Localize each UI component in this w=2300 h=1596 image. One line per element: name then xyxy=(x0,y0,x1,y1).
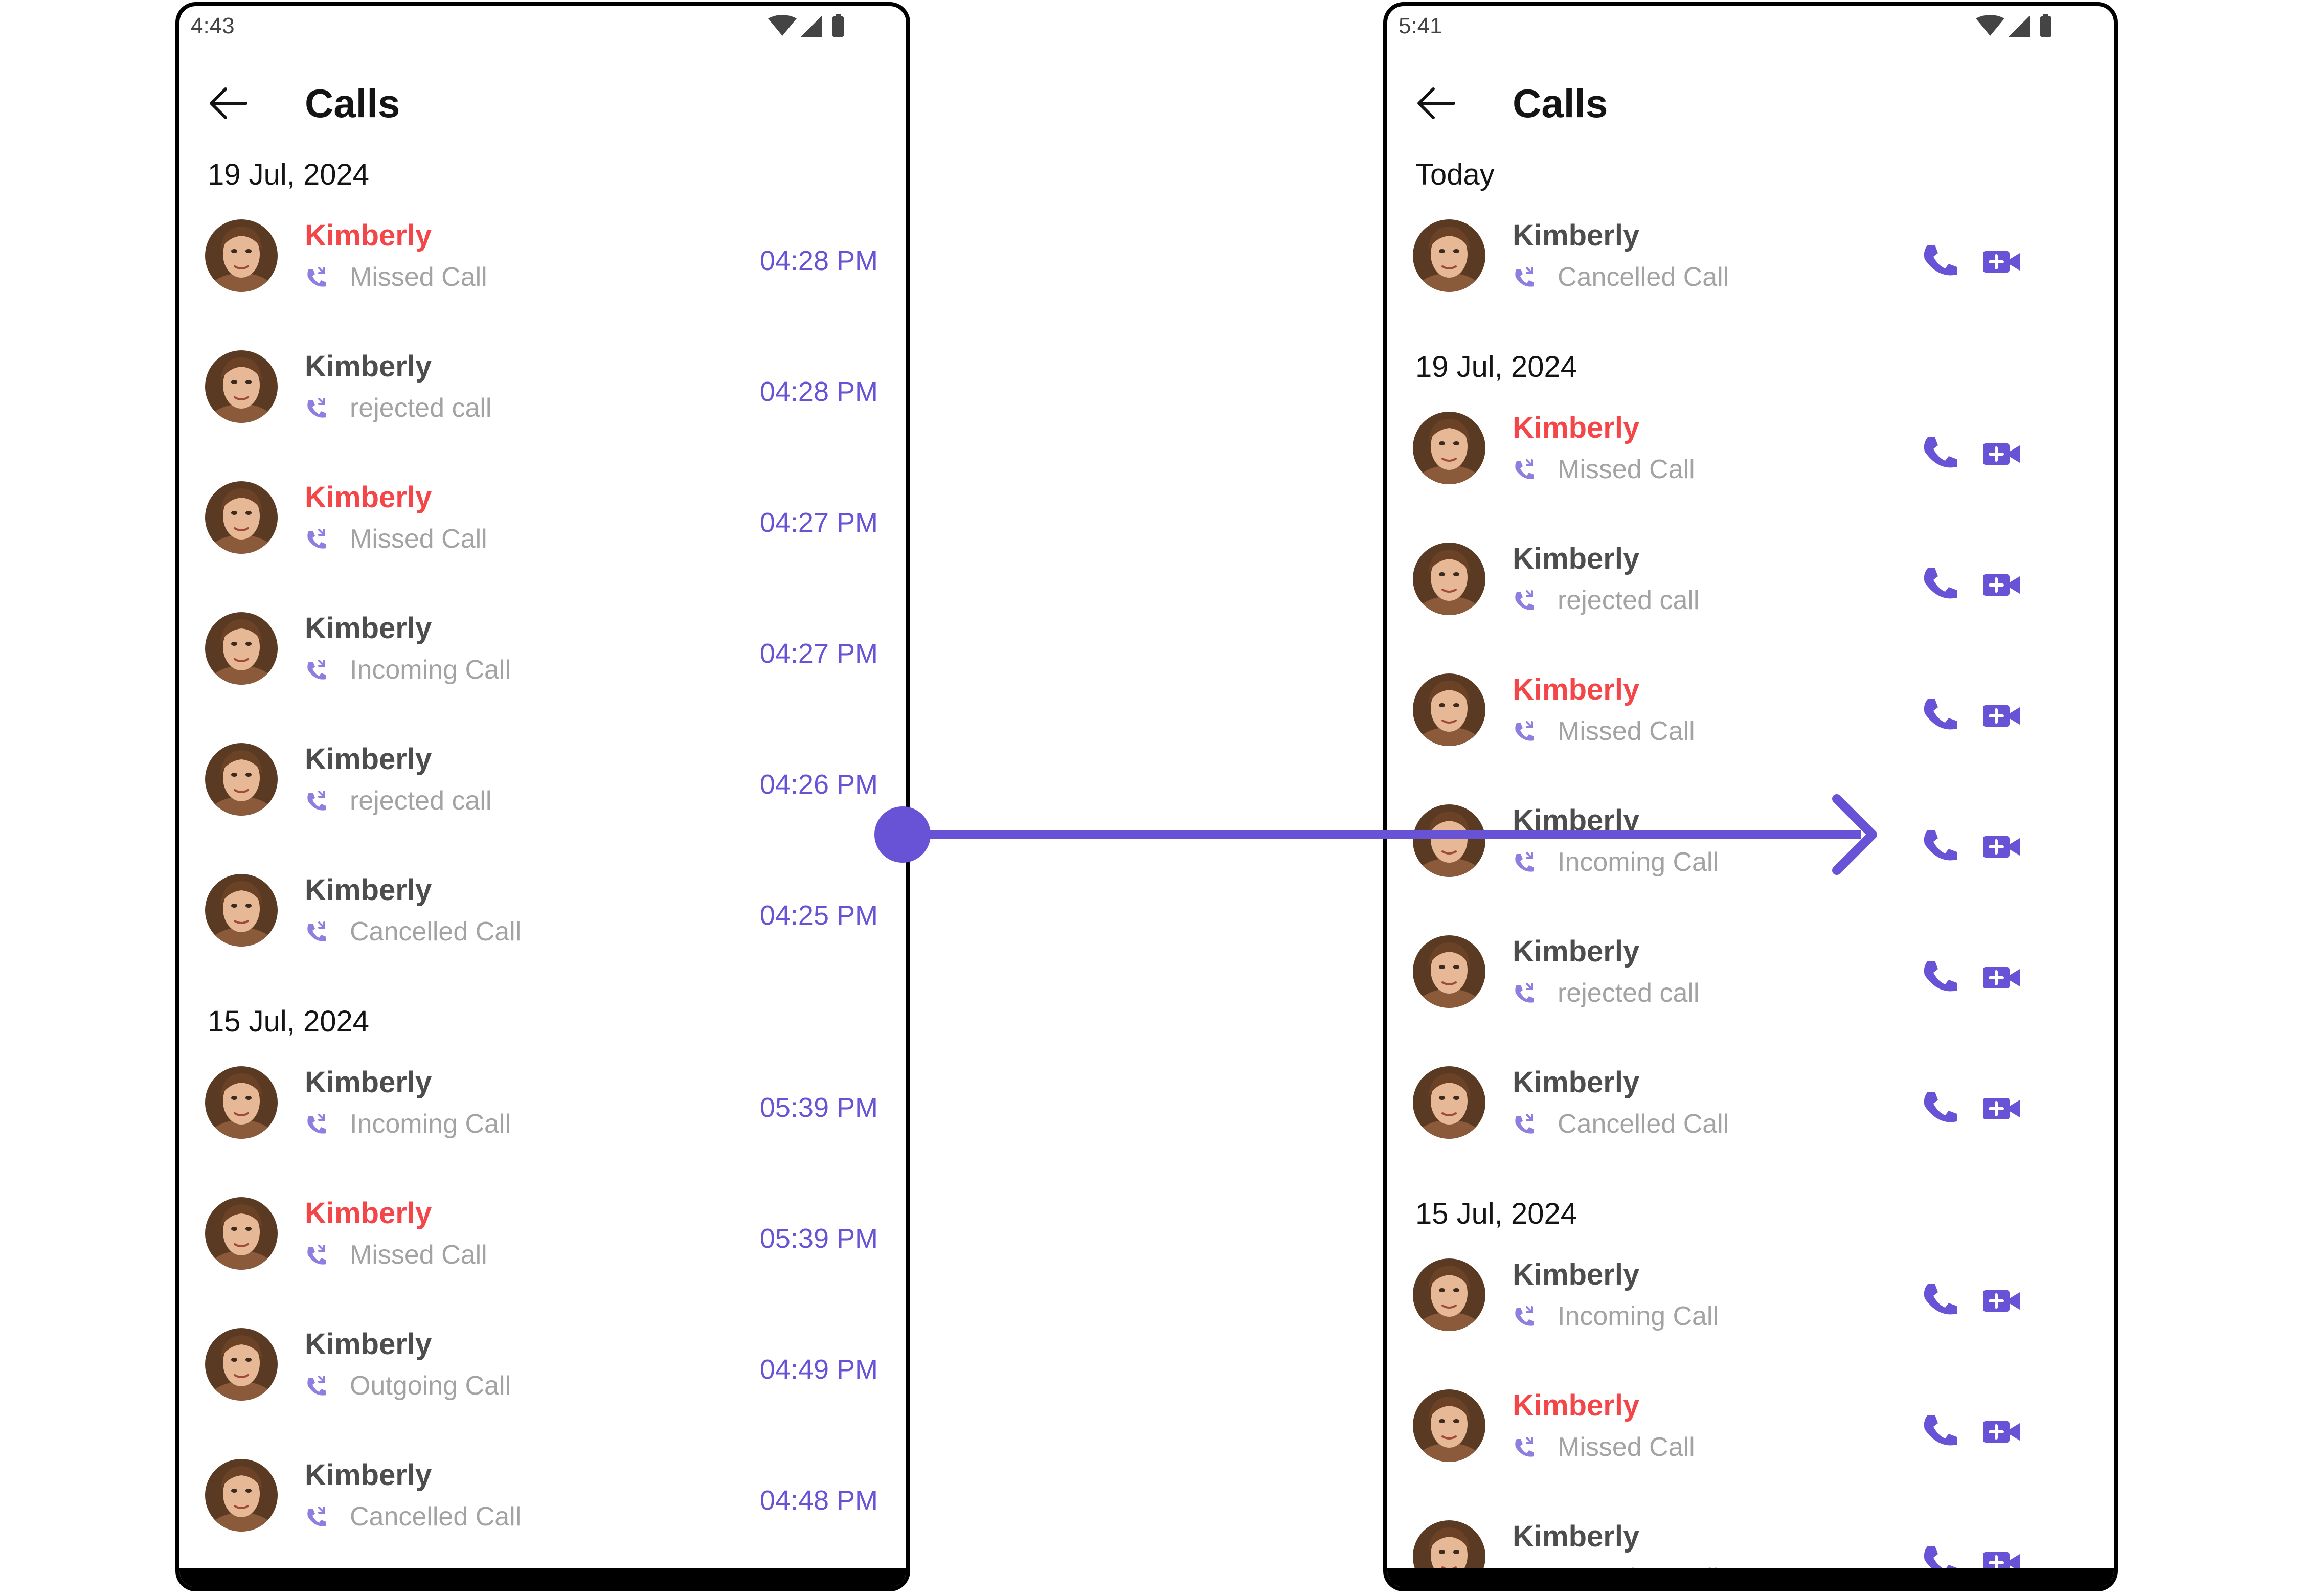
transition-arrow xyxy=(874,794,1877,875)
